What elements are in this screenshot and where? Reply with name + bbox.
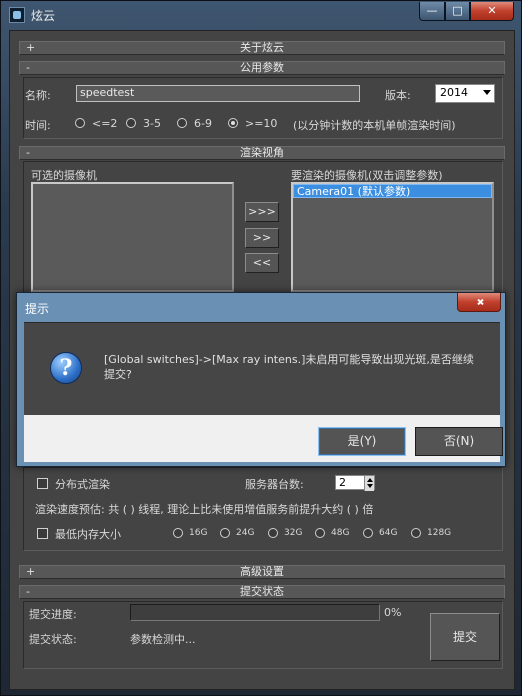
memory-option-label: 48G — [331, 528, 350, 538]
version-value: 2014 — [440, 86, 468, 99]
title-bar[interactable]: 炫云 — □ ✕ — [1, 1, 522, 29]
progress-label: 提交进度: — [29, 608, 77, 621]
rollout-advanced-header[interactable]: + 高级设置 — [19, 565, 505, 579]
close-button[interactable]: ✕ — [470, 2, 514, 21]
min-memory-checkbox[interactable] — [37, 528, 48, 539]
list-item[interactable]: Camera01 (默认参数) — [293, 184, 492, 198]
time-note: (以分钟计数的本机单帧渲染时间) — [293, 119, 456, 132]
memory-option-label: 128G — [427, 528, 452, 538]
dialog-close-button[interactable] — [457, 293, 501, 312]
add-all-button[interactable]: >>> — [245, 202, 279, 222]
submit-button[interactable]: 提交 — [430, 613, 500, 661]
main-window: 炫云 — □ ✕ + 关于炫云 - 公用参数 名称: speedtest 版本:… — [0, 0, 522, 696]
time-option-label: <=2 — [92, 117, 118, 130]
rollout-renderview-title: 渲染视角 — [240, 146, 284, 159]
selected-cameras-list[interactable]: Camera01 (默认参数) — [291, 182, 494, 292]
question-icon: ? — [50, 352, 82, 384]
server-count-value: 2 — [339, 476, 346, 489]
distributed-checkbox[interactable] — [37, 478, 48, 489]
rollout-about-title: 关于炫云 — [240, 41, 284, 54]
version-select[interactable]: 2014 — [435, 84, 495, 103]
minimize-button[interactable]: — — [419, 2, 445, 21]
chevron-down-icon — [483, 90, 491, 95]
memory-option-label: 32G — [284, 528, 303, 538]
available-cameras-label: 可选的摄像机 — [31, 169, 97, 182]
selected-cameras-label: 要渲染的摄像机(双击调整参数) — [291, 169, 443, 182]
dialog-footer: 是(Y) 否(N) — [24, 415, 503, 462]
server-count-spinner[interactable]: 2 — [335, 475, 375, 491]
memory-radio-64g[interactable] — [363, 528, 373, 538]
time-option-label: 6-9 — [194, 117, 212, 130]
rollout-renderview-header[interactable]: - 渲染视角 — [19, 146, 505, 160]
rollout-advanced-title: 高级设置 — [240, 565, 284, 578]
yes-button[interactable]: 是(Y) — [318, 427, 406, 456]
submit-progress-bar — [130, 604, 380, 621]
rollout-submit-title: 提交状态 — [240, 585, 284, 598]
time-radio-2[interactable] — [126, 118, 136, 128]
memory-option-label: 24G — [236, 528, 255, 538]
time-option-label: >=10 — [245, 117, 278, 130]
dialog-title: 提示 — [25, 302, 50, 316]
memory-radio-24g[interactable] — [220, 528, 230, 538]
name-input[interactable]: speedtest — [76, 85, 360, 102]
name-label: 名称: — [25, 89, 51, 102]
status-value: 参数检测中... — [130, 633, 196, 646]
add-button[interactable]: >> — [245, 228, 279, 248]
app-icon — [9, 7, 25, 23]
distributed-label: 分布式渲染 — [55, 478, 110, 491]
window-title: 炫云 — [31, 9, 56, 23]
dialog-body: ? [Global switches]->[Max ray intens.]未启… — [24, 322, 500, 415]
maximize-button[interactable]: □ — [445, 2, 470, 21]
rollout-common-title: 公用参数 — [240, 61, 284, 74]
progress-text: 0% — [384, 606, 402, 619]
rollout-common-header[interactable]: - 公用参数 — [19, 61, 505, 75]
time-option-label: 3-5 — [143, 117, 161, 130]
no-button[interactable]: 否(N) — [415, 427, 503, 456]
dialog-message: [Global switches]->[Max ray intens.]未启用可… — [104, 353, 474, 381]
speed-estimate-text: 渲染速度预估: 共 ( ) 线程, 理论上比未使用增值服务前提升大约 ( ) 倍 — [35, 503, 374, 516]
remove-button[interactable]: << — [245, 253, 279, 273]
memory-radio-48g[interactable] — [315, 528, 325, 538]
status-label: 提交状态: — [29, 633, 77, 646]
spinner-arrows-icon[interactable] — [364, 476, 374, 491]
memory-radio-16g[interactable] — [173, 528, 183, 538]
memory-radio-128g[interactable] — [411, 528, 421, 538]
memory-radio-32g[interactable] — [268, 528, 278, 538]
server-count-label: 服务器台数: — [245, 478, 304, 491]
time-radio-4[interactable] — [228, 118, 238, 128]
available-cameras-list[interactable] — [31, 182, 234, 292]
min-memory-label: 最低内存大小 — [55, 528, 121, 541]
time-label: 时间: — [25, 119, 51, 132]
rollout-submit-header[interactable]: - 提交状态 — [19, 585, 505, 599]
rollout-about-header[interactable]: + 关于炫云 — [19, 41, 505, 55]
memory-option-label: 64G — [379, 528, 398, 538]
time-radio-3[interactable] — [177, 118, 187, 128]
time-radio-1[interactable] — [75, 118, 85, 128]
version-label: 版本: — [385, 89, 411, 102]
prompt-dialog: 提示 ? [Global switches]->[Max ray intens.… — [16, 292, 506, 467]
memory-option-label: 16G — [189, 528, 208, 538]
